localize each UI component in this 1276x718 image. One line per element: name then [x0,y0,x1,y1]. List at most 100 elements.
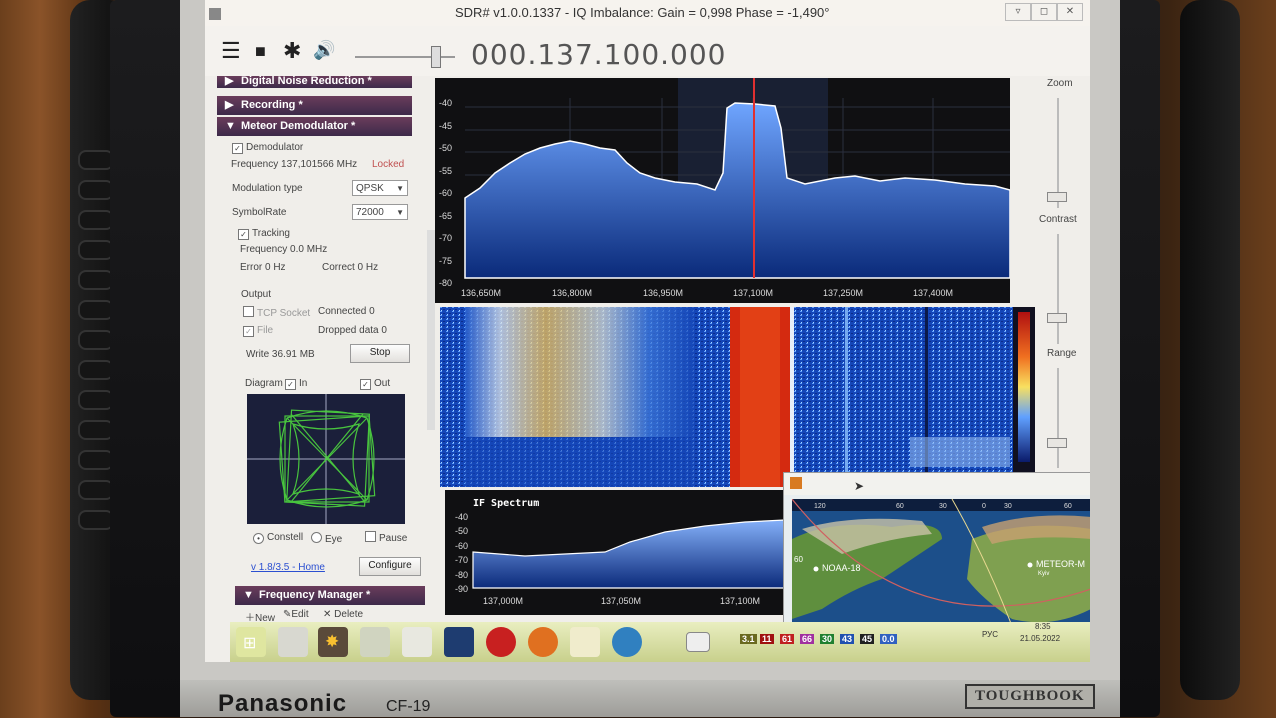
tracking-correct: Correct 0 Hz [322,262,379,273]
contrast-slider-knob[interactable] [1047,313,1067,323]
modulation-select[interactable]: QPSK ▼ [352,180,408,196]
y-tick: -60 [439,188,453,198]
fm-delete-button[interactable]: ✕ Delete [323,609,363,620]
chevron-down-icon: ▼ [396,184,404,193]
section-meteor[interactable]: ▼ Meteor Demodulator * [217,117,412,136]
y-tick: -65 [439,210,453,221]
app-icon [209,8,221,20]
stop-button[interactable]: Stop [350,344,410,363]
dropped-count: Dropped data 0 [318,325,387,336]
constellation-plot [247,394,405,524]
windows-icon: ⊞ [243,635,257,652]
app-icon-3[interactable] [360,627,390,657]
file-checkbox[interactable]: ✓ File [243,325,273,337]
locked-status: Locked [372,159,405,170]
firefox-icon[interactable] [528,627,558,657]
start-button[interactable]: ⊞ [236,627,266,657]
minimize-button[interactable]: ▿ [1005,3,1031,21]
section-label: Digital Noise Reduction * [241,75,372,87]
menu-icon[interactable]: ☰ [221,38,241,64]
right-controls: Zoom Contrast Range [1035,76,1090,476]
maximize-button[interactable]: ◻ [1031,3,1057,21]
constell-radio[interactable]: • Constell [253,532,303,544]
tray-value: 3.1 [740,634,757,644]
spectrum-analyzer[interactable]: -40 -45 -50 -55 -60 -65 -70 -75 -80 136,… [435,78,1011,303]
eye-radio[interactable]: Eye [311,532,342,545]
version-link[interactable]: v 1.8/3.5 - Home [251,562,325,573]
collapse-icon: ▼ [243,589,254,601]
x-tick: 137,400M [913,288,954,298]
frequency-display[interactable]: 000.137.100.000 [471,38,726,71]
y-tick: -45 [439,120,453,131]
tracking-error: Error 0 Hz [240,262,286,273]
app-icon-5[interactable] [444,627,474,657]
keyboard-icon[interactable] [686,632,710,652]
x-tick: 137,250M [823,288,864,298]
brand-logo: Panasonic [218,690,348,717]
out-checkbox[interactable]: ✓ Out [360,378,390,390]
demodulator-checkbox[interactable]: ✓ Demodulator [232,142,303,154]
tracking-label: Tracking [252,228,290,239]
if-y-axis: -40 -50 -60 -70 -80 -90 [455,512,468,594]
section-label: Meteor Demodulator * [241,120,356,132]
gear-icon[interactable]: ✱ [283,38,301,64]
close-button[interactable]: ✕ [1057,3,1083,21]
x-tick: 136,650M [461,288,502,298]
range-slider-track[interactable] [1057,368,1059,468]
constell-label: Constell [267,532,304,543]
window-title: SDR# v1.0.0.1337 - IQ Imbalance: Gain = … [455,5,830,20]
y-tick: -60 [455,540,469,551]
range-label: Range [1047,348,1077,359]
tray-value: 30 [820,634,835,644]
section-recording[interactable]: ▶ Recording * [217,96,412,115]
section-frequency-manager[interactable]: ▼ Frequency Manager * [235,586,425,605]
contrast-label: Contrast [1039,214,1077,225]
tray-value: 43 [840,634,855,644]
opera-icon[interactable] [486,627,516,657]
waterfall-display[interactable] [440,307,1040,487]
explorer-icon[interactable] [278,627,308,657]
zoom-slider-knob[interactable] [1047,192,1067,202]
city-label: Kyiv [1038,571,1050,577]
contrast-slider-track[interactable] [1057,234,1059,344]
tracking-checkbox[interactable]: ✓ Tracking [238,228,290,240]
section-label: Recording * [241,99,303,111]
in-checkbox[interactable]: ✓ In [285,378,307,390]
expand-icon: ▶ [225,75,234,87]
cursor-arrow-icon: ➤ [854,479,865,493]
y-tick: -70 [455,555,469,566]
fm-edit-label: Edit [291,609,309,620]
sdrsharp-icon[interactable]: ✸ [318,627,348,657]
left-panel-scrollbar[interactable] [427,230,435,430]
section-label: Frequency Manager * [259,589,371,601]
toolbar: ☰ ■ ✱ 🔊 000.137.100.000 [205,26,1090,76]
tcp-checkbox[interactable]: TCP Socket [243,306,310,319]
taskbar: ⊞ ✸ 3.1 11 61 66 30 43 45 0.0 РУС 8:35 2… [230,622,1090,662]
app-icon-9[interactable] [612,627,642,657]
notepad-icon[interactable] [402,627,432,657]
meteor-label: METEOR-M [1036,559,1085,569]
map-tick: 60 [896,503,904,510]
range-slider-knob[interactable] [1047,438,1067,448]
tray-value: 66 [800,634,815,644]
connected-count: Connected 0 [318,306,375,317]
map-titlebar: ➤ [784,473,1090,495]
y-tick: -50 [439,143,453,153]
y-tick: -75 [439,255,453,266]
fm-delete-label: Delete [334,609,364,620]
fm-edit-button[interactable]: ✎Edit [283,609,309,620]
title-bar: SDR# v1.0.0.1337 - IQ Imbalance: Gain = … [205,0,1090,26]
app-icon-8[interactable] [570,627,600,657]
language-indicator[interactable]: РУС [982,630,998,639]
diagram-label: Diagram [245,378,283,389]
noaa18-label: NOAA-18 [822,563,861,573]
y-tick: -70 [439,233,453,243]
symbolrate-select[interactable]: 72000 ▼ [352,204,408,220]
volume-slider-knob[interactable] [431,46,441,68]
volume-icon[interactable]: 🔊 [313,40,335,61]
configure-button[interactable]: Configure [359,557,421,576]
stop-icon[interactable]: ■ [255,41,266,62]
collapse-icon: ▼ [225,120,236,132]
pause-checkbox[interactable]: Pause [365,531,407,544]
section-noise-reduction[interactable]: ▶ Digital Noise Reduction * [217,76,412,88]
